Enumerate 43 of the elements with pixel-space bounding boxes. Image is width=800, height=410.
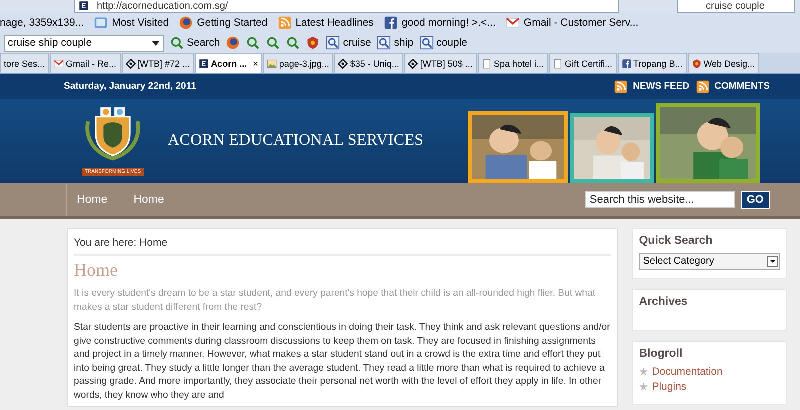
word-button[interactable]: couple [420,36,468,50]
bookmark[interactable]: Most Visited [94,16,170,30]
site-title: ACORN EDUCATIONAL SERVICES [168,132,424,150]
browser-tab[interactable]: page-3.jpg... [263,53,334,73]
bookmark[interactable]: good morning! >.<... [384,16,496,30]
browser-tab[interactable]: [WTB] #72 ... [122,53,194,73]
browser-tab[interactable]: Gmail - Re... [50,53,121,73]
go-button[interactable]: GO [740,190,770,208]
search-field[interactable]: cruise couple [677,0,795,13]
body-paragraph: Star students are proactive in their learning and conscientious in doing their task. They think and ask relevant questions and/or give constructive comments during classroom discussions to keep them on task. They are focused in finishing assignments and project in a timely manner. However, what makes a star student stand out in a crowd is the extra time and effort they put into being great. They study a little longer than the average student. They read a little more than what is required to achieve a passing grade. And more importantly, they associate their personal net worth with the level of effort they apply in life. In other words, they know who they are and [74,321,612,402]
sidebar-link[interactable]: Plugins [652,381,687,393]
browser-tab[interactable]: $35 - Uniq... [334,53,404,73]
date-text: Saturday, January 22nd, 2011 [64,81,196,92]
browser-tab[interactable]: tore Ses... [0,53,50,73]
bookmark[interactable]: nage, 3359x139... [0,17,84,29]
browser-tab[interactable]: [WTB] 50$ ... [404,53,477,73]
browser-tab[interactable]: Acorn ... × [195,53,262,73]
search-text: cruise couple [706,0,765,12]
word-button[interactable]: ship [377,36,414,50]
bookmark[interactable]: Getting Started [179,16,268,30]
search-button[interactable]: Search [170,36,220,50]
browser-tab[interactable]: Web Desig... [688,53,760,73]
widget-title: Quick Search [639,235,714,247]
page-heading: Home [74,260,119,281]
widget-title: Blogroll [639,348,684,360]
feed-link[interactable]: COMMENTS [696,80,770,94]
word-button[interactable]: cruise [326,36,372,50]
search-field[interactable]: cruise ship couple [4,34,164,52]
widget-title: Archives [639,296,689,308]
address-field[interactable]: http://acorneducation.com.sg/ [74,0,619,13]
browser-tab[interactable]: Spa hotel i... [478,53,548,73]
feed-link[interactable]: NEWS FEED [614,80,690,94]
browser-tab[interactable]: Gift Certifi... [548,53,616,73]
bookmark[interactable]: Gmail - Customer Serv... [506,16,639,30]
intro-paragraph: It is every student's dream to be a star student, and every parent's hope that their child is an all-rounded high flier. But what makes a star student different from the rest? [74,287,596,314]
close-button[interactable]: × [253,58,258,68]
search-field[interactable]: Search this website... [584,191,735,208]
browser-tab[interactable]: Tropang B... [618,53,687,73]
breadcrumb: You are here: Home [74,229,612,256]
address-text: http://acorneducation.com.sg/ [97,0,228,12]
sidebar-link[interactable]: Documentation [652,366,723,378]
category-dropdown[interactable]: Select Category [639,253,780,270]
bookmark[interactable]: Latest Headlines [278,16,374,30]
